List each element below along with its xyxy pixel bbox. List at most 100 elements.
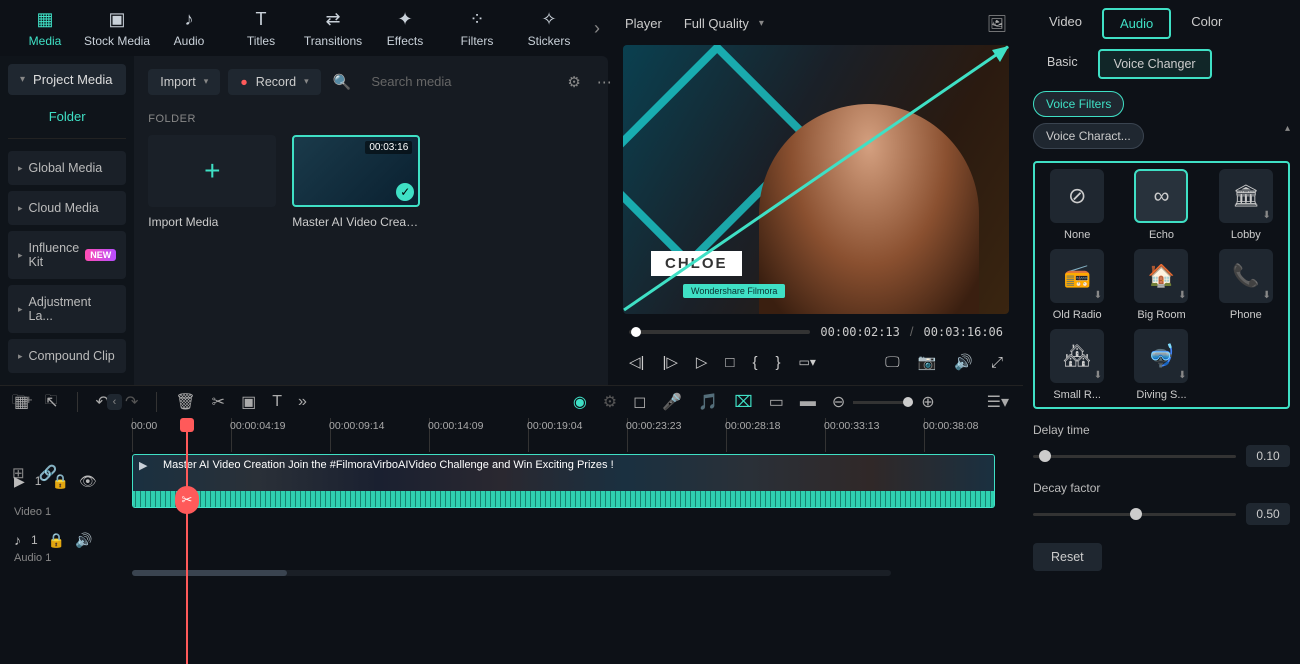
search-input[interactable] — [363, 68, 555, 95]
track-mute-icon[interactable]: 🔊 — [75, 532, 92, 549]
delay-slider[interactable] — [1033, 455, 1236, 458]
voice-filter-diving-s-[interactable]: 🤿⬇Diving S... — [1123, 329, 1199, 401]
volume-icon[interactable]: 🔊 — [954, 353, 973, 371]
track-lock-icon[interactable]: 🔒 — [48, 532, 65, 549]
voice-filter-phone[interactable]: 📞⬇Phone — [1208, 249, 1284, 321]
music-icon[interactable]: 🎵 — [698, 392, 718, 412]
nav-tab-effects[interactable]: ✦Effects — [370, 3, 440, 53]
marker-icon[interactable]: ▭ — [769, 392, 784, 412]
voice-filter-small-r-[interactable]: 🏘⬇Small R... — [1039, 329, 1115, 401]
voice-filter-echo[interactable]: ∞Echo — [1123, 169, 1199, 241]
mark-in-icon[interactable]: { — [752, 354, 757, 371]
stop-icon[interactable]: □ — [725, 354, 734, 371]
mask-icon[interactable]: ◻ — [633, 392, 646, 412]
tab-audio[interactable]: Audio — [1102, 8, 1171, 39]
timeline-panel: ▦ ↖ ↶ ↷ 🗑 ✂ ▣ T » ◉ ⚙ ◻ 🎤 🎵 ⌧ ▭ ▬ ⊖ ⊕ — [0, 385, 1023, 664]
player-scrubber[interactable] — [629, 330, 810, 334]
nav-tab-media[interactable]: ▦Media — [10, 3, 80, 53]
download-icon: ⬇ — [1178, 370, 1186, 381]
nav-overflow-icon[interactable]: › — [594, 18, 600, 39]
nav-tab-audio[interactable]: ♪Audio — [154, 3, 224, 53]
nav-tab-filters[interactable]: ⁘Filters — [442, 3, 512, 53]
timeline-ruler[interactable]: 00:0000:00:04:1900:00:09:1400:00:14:0900… — [0, 418, 1023, 452]
folder-heading: FOLDER — [148, 113, 616, 125]
pill-voice-characters[interactable]: Voice Charact... — [1033, 123, 1144, 149]
media-sidebar: ▾ Project Media Folder ▸Global Media ▸Clo… — [0, 56, 134, 385]
delay-value[interactable]: 0.10 — [1246, 445, 1290, 467]
timeline-h-scrollbar[interactable] — [132, 570, 891, 576]
media-browser: Import▾ ●Record▾ 🔍 ⚙ ⋯ FOLDER + Import M… — [134, 56, 630, 385]
sidebar-item-global-media[interactable]: ▸Global Media — [8, 151, 126, 185]
zoom-slider[interactable] — [853, 401, 913, 404]
more-options-icon[interactable]: ⋯ — [593, 73, 616, 91]
video-track-icon[interactable]: ▶ — [14, 473, 25, 490]
import-button[interactable]: Import▾ — [148, 69, 220, 95]
camera-icon[interactable]: 📷 — [918, 353, 937, 371]
nav-tab-stock-media[interactable]: ▣Stock Media — [82, 3, 152, 53]
new-folder-icon[interactable]: 🗀+ — [12, 391, 33, 413]
snapshot-icon[interactable]: 🖼 — [987, 14, 1007, 34]
tab-video[interactable]: Video — [1033, 8, 1098, 39]
tab-color[interactable]: Color — [1175, 8, 1238, 39]
voice-filter-none[interactable]: ⊘None — [1039, 169, 1115, 241]
sidebar-item-compound-clip[interactable]: ▸Compound Clip — [8, 339, 126, 373]
playhead-cut-icon[interactable]: ✂ — [175, 486, 199, 514]
record-button[interactable]: ●Record▾ — [228, 69, 320, 95]
sidebar-item-adjustment-la-[interactable]: ▸Adjustment La... — [8, 285, 126, 333]
voice-filter-big-room[interactable]: 🏠⬇Big Room — [1123, 249, 1199, 321]
text-icon[interactable]: T — [272, 393, 282, 411]
subtab-voice-changer[interactable]: Voice Changer — [1098, 49, 1212, 79]
folder-icon[interactable]: 🗀 — [45, 391, 58, 413]
media-icon: ▦ — [34, 9, 56, 31]
range-icon[interactable]: ▬ — [800, 393, 816, 411]
track-visible-icon[interactable]: 👁 — [79, 473, 97, 490]
playhead[interactable]: ✂ — [186, 418, 188, 664]
filter-icon[interactable]: ⚙ — [563, 73, 584, 91]
media-panel: ▾ Project Media Folder ▸Global Media ▸Clo… — [0, 56, 608, 385]
quality-dropdown[interactable]: Full Quality ▾ — [674, 12, 774, 35]
more-icon[interactable]: » — [298, 393, 307, 411]
voice-filter-lobby[interactable]: 🏛⬇Lobby — [1208, 169, 1284, 241]
media-clip-tile[interactable]: 00:03:16 ✓ Master AI Video Creati... — [292, 135, 420, 229]
reset-button[interactable]: Reset — [1033, 543, 1102, 571]
fullscreen-icon[interactable]: ⤢ — [991, 354, 1003, 371]
track-lock-icon[interactable]: 🔒 — [51, 473, 68, 490]
prev-frame-icon[interactable]: ◁| — [629, 353, 644, 371]
cut-icon[interactable]: ✂ — [212, 392, 225, 412]
play-icon[interactable]: ▷ — [696, 353, 708, 371]
tc-total: 00:03:16:06 — [924, 325, 1003, 339]
delete-icon[interactable]: 🗑 — [175, 392, 195, 412]
mic-icon[interactable]: 🎤 — [662, 392, 682, 412]
crop-icon[interactable]: ▣ — [241, 392, 256, 412]
next-frame-icon[interactable]: |▷ — [662, 353, 677, 371]
pill-voice-filters[interactable]: Voice Filters — [1033, 91, 1124, 117]
collapse-sidebar-icon[interactable]: ‹ — [107, 394, 123, 410]
sidebar-item-cloud-media[interactable]: ▸Cloud Media — [8, 191, 126, 225]
download-icon: ⬇ — [1094, 290, 1102, 301]
view-icon[interactable]: ☰▾ — [987, 392, 1009, 412]
project-media-header[interactable]: ▾ Project Media — [8, 64, 126, 95]
nav-tab-transitions[interactable]: ⇄Transitions — [298, 3, 368, 53]
ratio-icon[interactable]: ▭▾ — [799, 355, 816, 369]
display-icon[interactable]: 🖵 — [885, 354, 899, 371]
import-media-tile[interactable]: + Import Media — [148, 135, 276, 229]
magnet-icon[interactable]: ⌧ — [734, 392, 752, 412]
collapse-icon[interactable]: ▴ — [1285, 123, 1290, 149]
redo-icon[interactable]: ↷ — [125, 392, 138, 412]
mark-out-icon[interactable]: } — [776, 354, 781, 371]
ai-icon[interactable]: ◉ — [573, 392, 587, 412]
decay-value[interactable]: 0.50 — [1246, 503, 1290, 525]
zoom-in-icon[interactable]: ⊕ — [921, 392, 934, 412]
video-clip[interactable]: ▶ Master AI Video Creation Join the #Fil… — [132, 454, 995, 508]
folder-tab[interactable]: Folder — [8, 99, 126, 139]
zoom-out-icon[interactable]: ⊖ — [832, 392, 845, 412]
decay-slider[interactable] — [1033, 513, 1236, 516]
player-video[interactable]: CHLOE Wondershare Filmora — [623, 45, 1009, 314]
sidebar-item-influence-kit[interactable]: ▸Influence KitNEW — [8, 231, 126, 279]
nav-tab-titles[interactable]: TTitles — [226, 3, 296, 53]
nav-tab-stickers[interactable]: ✧Stickers — [514, 3, 584, 53]
speed-icon[interactable]: ⚙ — [603, 392, 617, 412]
subtab-basic[interactable]: Basic — [1033, 49, 1092, 79]
audio-track-icon[interactable]: ♪ — [14, 532, 21, 548]
voice-filter-old-radio[interactable]: 📻⬇Old Radio — [1039, 249, 1115, 321]
